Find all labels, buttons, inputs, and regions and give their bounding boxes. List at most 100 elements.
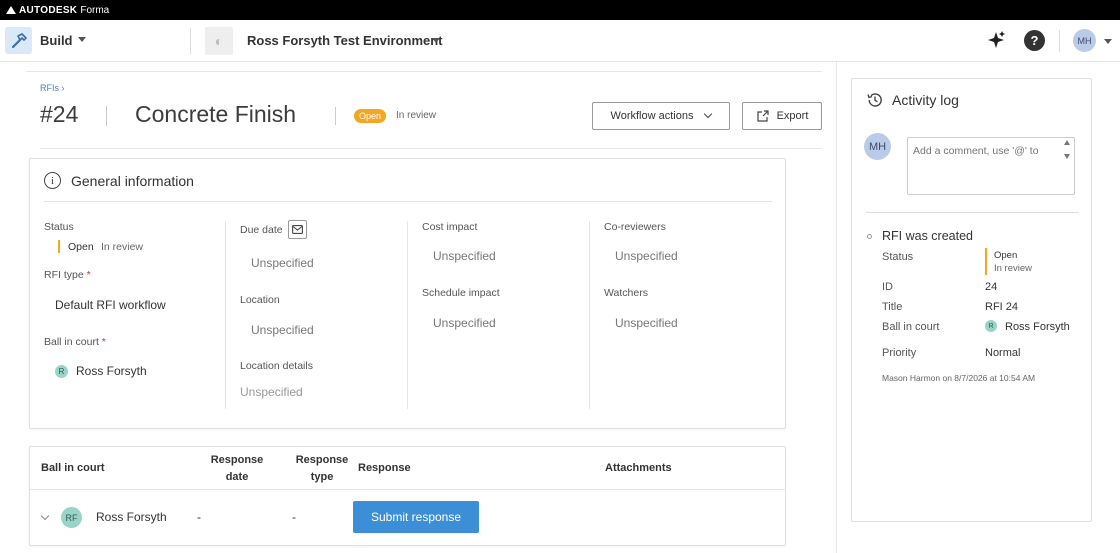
response-date: - [197, 510, 201, 524]
co-reviewers-value[interactable]: Unspecified [615, 249, 678, 263]
activity-log-panel: Activity log MH RFI was created Status O… [851, 78, 1092, 522]
watchers-value[interactable]: Unspecified [615, 316, 678, 330]
status-value: Open [68, 241, 94, 253]
due-date-label: Due date [240, 224, 283, 236]
avatar: R [985, 320, 997, 332]
export-button[interactable]: Export [742, 102, 822, 130]
general-information-card: i General information Status Open In rev… [29, 158, 786, 429]
info-icon: i [44, 172, 61, 189]
brand-product: Forma [80, 4, 110, 16]
schedule-impact-value[interactable]: Unspecified [433, 316, 496, 330]
event-ball-label: Ball in court [882, 321, 940, 333]
due-date-value[interactable]: Unspecified [251, 256, 314, 270]
divider [1059, 30, 1060, 52]
export-label: Export [776, 110, 809, 122]
avatar: MH [864, 133, 891, 160]
divider [40, 148, 822, 149]
project-thumbnail: ◐ [205, 27, 233, 55]
status-badge: Open [354, 109, 387, 123]
response-assignee: Ross Forsyth [96, 510, 167, 524]
status-label: Status [44, 221, 74, 233]
divider [106, 106, 107, 126]
scroll-down-icon[interactable] [1064, 154, 1070, 159]
rfi-type-value[interactable]: Default RFI workflow [55, 298, 166, 312]
activity-header: Activity log [866, 91, 959, 109]
location-label: Location [240, 294, 280, 306]
scroll-up-icon[interactable] [1064, 140, 1070, 145]
status-substate: In review [101, 241, 144, 253]
event-id-value: 24 [985, 281, 998, 293]
chevron-down-icon[interactable] [432, 38, 440, 43]
sparkle-icon[interactable] [985, 29, 1007, 51]
event-meta: Mason Harmon on 8/7/2026 at 10:54 AM [882, 373, 1036, 383]
breadcrumb[interactable]: RFIs › [40, 83, 65, 93]
divider [30, 489, 785, 490]
page-title: Concrete Finish [135, 101, 297, 127]
user-avatar[interactable]: MH [1073, 29, 1096, 52]
chevron-down-icon[interactable] [78, 37, 86, 42]
rfi-number: #24 [40, 101, 79, 127]
event-id-label: ID [882, 281, 893, 293]
location-details-label: Location details [240, 360, 313, 372]
card-title: General information [71, 172, 194, 189]
divider [335, 107, 336, 125]
ball-in-court-label: Ball in court * [44, 336, 106, 348]
divider [44, 201, 772, 202]
co-reviewers-label: Co-reviewers [604, 221, 666, 233]
column-divider [225, 221, 226, 409]
divider [190, 28, 191, 54]
column-header-response-type[interactable]: Response type [293, 452, 351, 486]
responses-table: Ball in court Response date Response type … [29, 446, 786, 546]
response-type: - [292, 510, 296, 524]
event-status-label: Status [882, 251, 914, 263]
hammer-icon[interactable] [5, 27, 32, 54]
timeline-dot-icon [867, 234, 872, 239]
divider [866, 212, 1079, 213]
event-title-value: RFI 24 [985, 301, 1019, 313]
card-header: i General information [44, 172, 194, 189]
help-icon[interactable]: ? [1024, 30, 1045, 51]
chevron-down-icon[interactable] [1104, 39, 1112, 44]
history-icon [867, 93, 882, 107]
cost-impact-label: Cost impact [422, 221, 478, 233]
brand-bar: AUTODESK Forma [0, 0, 1120, 20]
project-selector[interactable]: Ross Forsyth Test Environment [247, 33, 443, 48]
activity-title: Activity log [892, 92, 959, 108]
event-status-value: Open [994, 250, 1018, 261]
column-header-attachments[interactable]: Attachments [605, 460, 672, 477]
status-substate: In review [396, 110, 437, 121]
chevron-down-icon[interactable] [40, 511, 50, 521]
app-header: Build ◐ Ross Forsyth Test Environment ? … [0, 20, 1120, 62]
divider [26, 71, 822, 72]
event-title: RFI was created [882, 229, 974, 243]
column-divider [589, 221, 590, 409]
location-details-value[interactable]: Unspecified [240, 385, 303, 399]
rfi-type-label: RFI type * [44, 269, 91, 281]
location-value[interactable]: Unspecified [251, 323, 314, 337]
brand-name: AUTODESK [19, 4, 78, 16]
event-title-label: Title [882, 301, 903, 313]
event-priority-label: Priority [882, 347, 917, 359]
event-ball-value: Ross Forsyth [1005, 321, 1070, 333]
column-header-response-date[interactable]: Response date [208, 452, 266, 486]
watchers-label: Watchers [604, 287, 648, 299]
column-header-response[interactable]: Response [358, 460, 411, 477]
column-divider [407, 221, 408, 409]
submit-response-button[interactable]: Submit response [353, 501, 479, 533]
ball-in-court-value[interactable]: Ross Forsyth [76, 364, 147, 378]
event-priority-value: Normal [985, 347, 1021, 359]
schedule-impact-label: Schedule impact [422, 287, 500, 299]
status-indicator [985, 248, 987, 275]
export-icon [756, 109, 769, 122]
mail-icon[interactable] [288, 220, 307, 239]
module-selector[interactable]: Build [40, 33, 73, 48]
cost-impact-value[interactable]: Unspecified [433, 249, 496, 263]
avatar: R [55, 365, 68, 378]
divider [836, 62, 837, 553]
workflow-actions-button[interactable]: Workflow actions [592, 102, 730, 130]
workflow-actions-label: Workflow actions [610, 110, 694, 122]
comment-input[interactable] [907, 137, 1075, 195]
status-indicator [58, 240, 60, 253]
chevron-down-icon [704, 109, 713, 119]
column-header-ball-in-court[interactable]: Ball in court [41, 460, 105, 477]
